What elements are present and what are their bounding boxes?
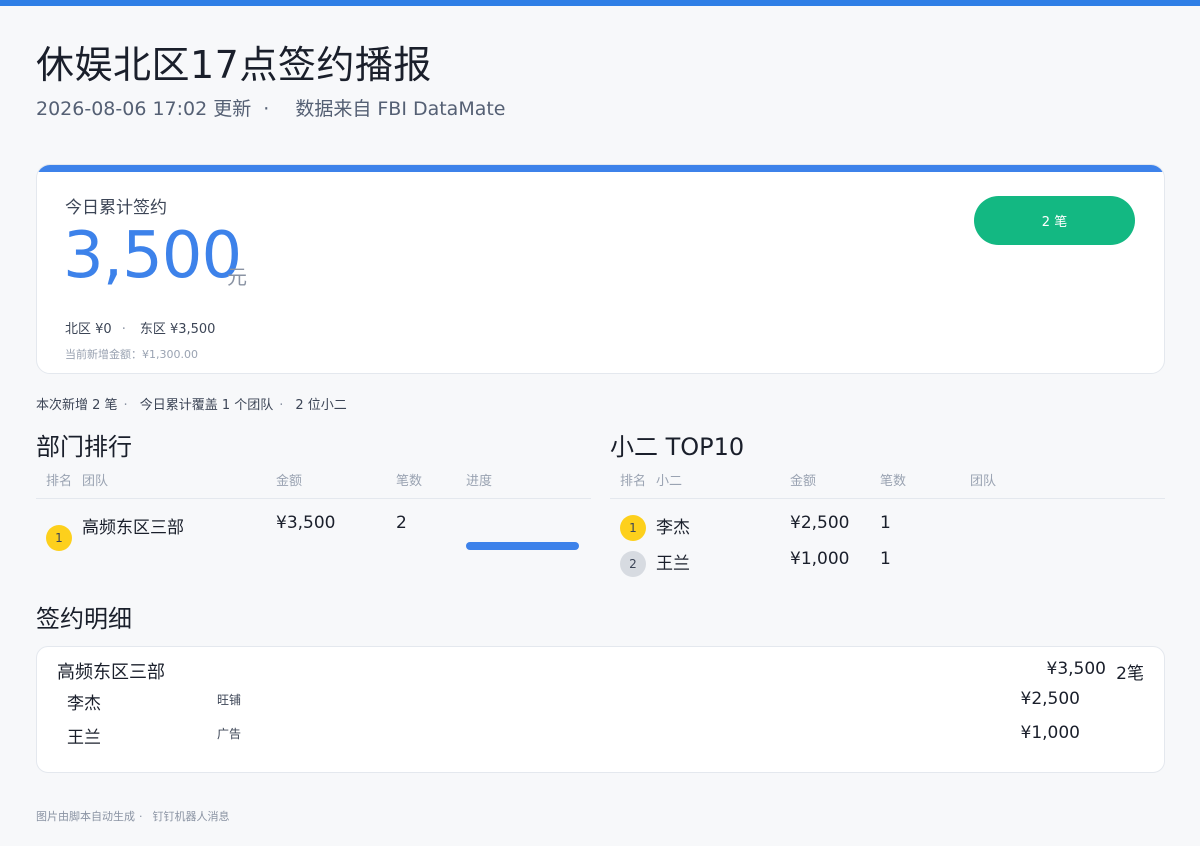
top10-title: 小二 TOP10 xyxy=(610,433,745,461)
page-subtitle: 2026-08-06 17:02 更新 · 数据来自 FBI DataMate xyxy=(36,94,506,121)
summary-amount: 3,500 xyxy=(63,219,242,293)
person-count: 1 xyxy=(880,549,891,569)
dept-ranking-header: 排名 团队 金额 笔数 进度 xyxy=(36,468,591,499)
region-separator: · xyxy=(121,322,126,337)
footer-channel: 钉钉机器人消息 xyxy=(152,810,230,823)
detail-team-count: 2笔 xyxy=(1116,664,1144,684)
col-amount: 金额 xyxy=(276,474,303,489)
count-pill: 2 笔 xyxy=(974,196,1135,245)
details-title: 签约明细 xyxy=(36,605,132,633)
table-row: 2 王兰 ¥1,000 1 xyxy=(610,548,1165,584)
detail-type: 旺铺 xyxy=(217,693,242,707)
meta-teams: 今日累计覆盖 1 个团队 xyxy=(139,398,274,413)
col-rank: 排名 xyxy=(46,474,73,489)
col-amount: 金额 xyxy=(790,474,817,489)
col-person: 小二 xyxy=(656,474,683,489)
col-team: 团队 xyxy=(82,474,109,489)
meta-line: 本次新增 2 笔 · 今日累计覆盖 1 个团队 · 2 位小二 xyxy=(36,394,347,413)
update-time: 2026-08-06 17:02 更新 xyxy=(36,98,252,120)
team-amount: ¥3,500 xyxy=(276,513,336,533)
detail-amount: ¥2,500 xyxy=(1020,689,1080,709)
footer-separator: · xyxy=(139,810,143,823)
col-progress: 进度 xyxy=(466,474,493,489)
data-source: 数据来自 FBI DataMate xyxy=(295,98,506,120)
col-count: 笔数 xyxy=(396,474,423,489)
col-team: 团队 xyxy=(970,474,997,489)
person-count: 1 xyxy=(880,513,891,533)
person-name: 王兰 xyxy=(656,554,690,574)
team-count: 2 xyxy=(396,513,407,533)
progress-fill xyxy=(466,542,579,550)
detail-amount: ¥1,000 xyxy=(1020,723,1080,743)
summary-card: 今日累计签约 3,500 元 北区 ¥0 · 东区 ¥3,500 当前新增金额：¥1… xyxy=(36,164,1165,374)
team-name: 高频东区三部 xyxy=(82,518,184,538)
detail-team-total: ¥3,500 xyxy=(1046,659,1106,679)
subtitle-separator: · xyxy=(263,98,270,120)
detail-person-name: 王兰 xyxy=(67,728,101,748)
page-title: 休娱北区17点签约播报 xyxy=(36,43,432,87)
meta-separator: · xyxy=(123,398,128,413)
table-row: 1 高频东区三部 ¥3,500 2 xyxy=(36,512,591,551)
summary-unit: 元 xyxy=(227,265,247,289)
region-breakdown: 北区 ¥0 · 东区 ¥3,500 xyxy=(65,318,215,337)
meta-separator: · xyxy=(279,398,284,413)
meta-new-count: 本次新增 2 笔 xyxy=(36,398,118,413)
top10-header: 排名 小二 金额 笔数 团队 xyxy=(610,468,1165,499)
col-count: 笔数 xyxy=(880,474,907,489)
col-rank: 排名 xyxy=(620,474,647,489)
person-amount: ¥2,500 xyxy=(790,513,850,533)
dept-ranking-title: 部门排行 xyxy=(36,433,132,461)
detail-person-name: 李杰 xyxy=(67,694,101,714)
footer-generated: 图片由脚本自动生成 xyxy=(36,810,135,823)
summary-label: 今日累计签约 xyxy=(65,198,167,218)
region-east: 东区 ¥3,500 xyxy=(139,322,216,337)
progress-bar xyxy=(466,542,579,550)
region-north: 北区 ¥0 xyxy=(65,322,112,337)
new-amount: 当前新增金额：¥1,300.00 xyxy=(65,348,198,361)
footer: 图片由脚本自动生成 · 钉钉机器人消息 xyxy=(36,808,230,824)
top-accent-bar xyxy=(0,0,1200,6)
person-amount: ¥1,000 xyxy=(790,549,850,569)
detail-card: 高频东区三部 ¥3,500 2笔 李杰 旺铺 ¥2,500 王兰 广告 ¥1,0… xyxy=(36,646,1165,773)
person-name: 李杰 xyxy=(656,518,690,538)
detail-type: 广告 xyxy=(217,727,242,741)
summary-accent-bar xyxy=(37,165,1164,172)
table-row: 1 李杰 ¥2,500 1 xyxy=(610,512,1165,548)
rank-badge-gold: 1 xyxy=(46,525,72,551)
meta-people: 2 位小二 xyxy=(295,398,347,413)
rank-badge-silver: 2 xyxy=(620,551,646,577)
detail-team-name: 高频东区三部 xyxy=(57,662,165,683)
rank-badge-gold: 1 xyxy=(620,515,646,541)
